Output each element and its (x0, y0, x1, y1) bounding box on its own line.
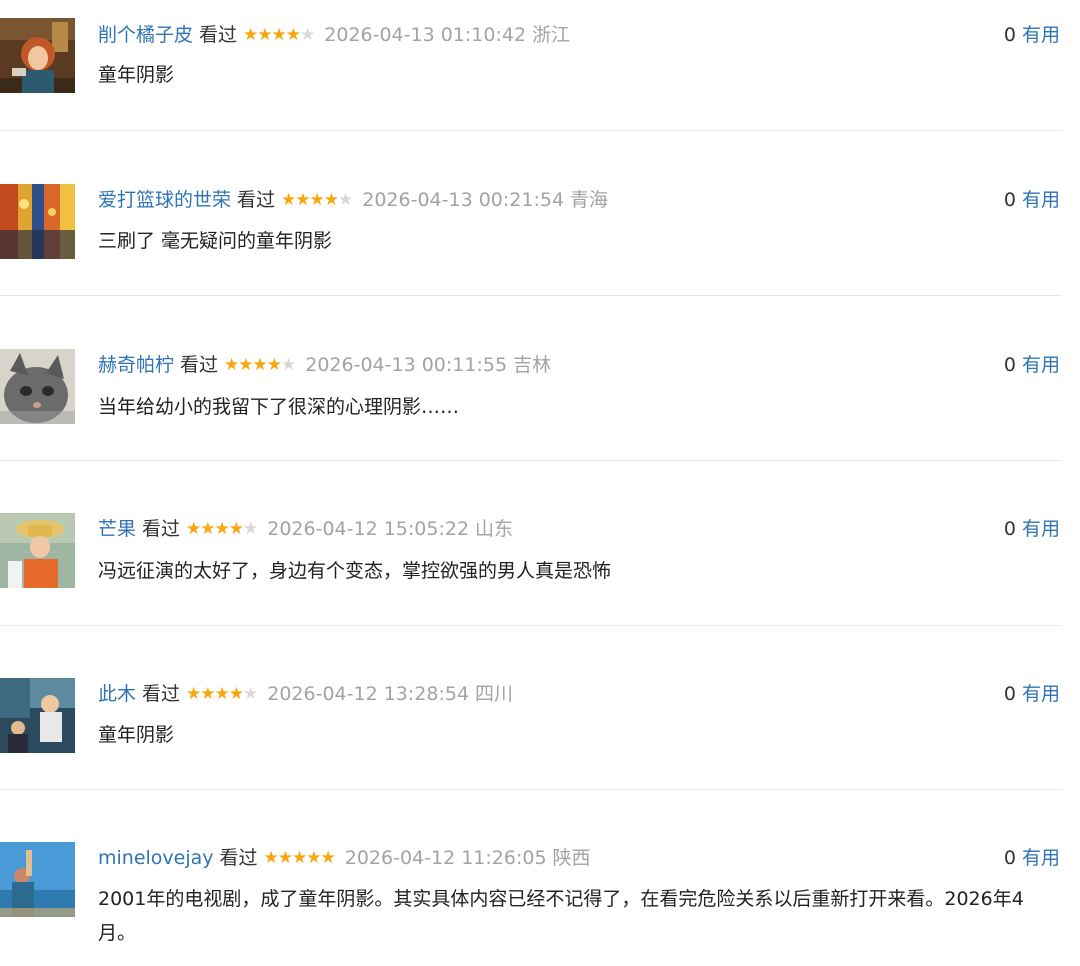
watch-status: 看过 (142, 518, 181, 540)
divider (0, 625, 1062, 626)
username-link[interactable]: 芒果 (98, 518, 136, 540)
comment-content: 童年阴影 (98, 724, 175, 746)
star-empty-icon: ★ (338, 190, 353, 210)
username-link[interactable]: 爱打篮球的世荣 (98, 189, 231, 211)
vote-area: 0 有用 (1004, 514, 1060, 544)
avatar[interactable] (0, 184, 75, 259)
comment-location: 山东 (475, 518, 514, 540)
vote-area: 0 有用 (1004, 20, 1060, 50)
avatar-image (0, 349, 75, 424)
vote-count: 0 (1003, 518, 1016, 540)
vote-area: 0 有用 (1004, 350, 1060, 380)
useful-button[interactable]: 有用 (1022, 683, 1060, 705)
useful-button[interactable]: 有用 (1022, 354, 1060, 376)
avatar[interactable] (0, 18, 75, 93)
username-link[interactable]: 赫奇帕柠 (98, 354, 174, 376)
star-icon: ★★★★★ (263, 848, 336, 868)
rating-stars: ★★★★★ (186, 679, 258, 709)
username-link[interactable]: 此木 (98, 683, 136, 705)
star-icon: ★★★★ (224, 355, 282, 375)
vote-count: 0 (1003, 683, 1016, 705)
rating-stars: ★★★★★ (281, 185, 353, 215)
comment-meta: 此木 看过 ★★★★★ 2026-04-12 13:28:54 四川 (98, 679, 513, 709)
avatar[interactable] (0, 842, 75, 917)
username-link[interactable]: minelovejay (98, 847, 214, 869)
comment-location: 陕西 (552, 847, 591, 869)
rating-stars: ★★★★★ (263, 843, 336, 873)
vote-count: 0 (1003, 354, 1016, 376)
comment-list: 削个橘子皮 看过 ★★★★★ 2026-04-13 01:10:42 浙江 0 有用 童年… (0, 0, 1080, 966)
watch-status: 看过 (142, 683, 181, 705)
comment-content: 童年阴影 (98, 64, 175, 86)
star-icon: ★★★★ (186, 684, 244, 704)
avatar-image (0, 678, 75, 753)
divider (0, 789, 1062, 790)
avatar-image (0, 18, 75, 93)
avatar[interactable] (0, 513, 75, 588)
comment-time: 2026-04-12 13:28:54 (267, 683, 470, 705)
comment-meta: 赫奇帕柠 看过 ★★★★★ 2026-04-13 00:11:55 吉林 (98, 350, 551, 380)
comment-location: 青海 (570, 189, 609, 211)
avatar[interactable] (0, 678, 75, 753)
comment-content: 冯远征演的太好了，身边有个变态，掌控欲强的男人真是恐怖 (98, 560, 612, 582)
star-icon: ★★★★ (281, 190, 339, 210)
star-empty-icon: ★ (243, 519, 258, 539)
vote-count: 0 (1003, 24, 1016, 46)
comment-meta: 削个橘子皮 看过 ★★★★★ 2026-04-13 01:10:42 浙江 (98, 20, 570, 50)
star-empty-icon: ★ (300, 25, 315, 45)
comment-location: 浙江 (532, 24, 571, 46)
divider (0, 295, 1062, 296)
avatar-image (0, 513, 75, 588)
comment-meta: minelovejay 看过 ★★★★★ 2026-04-12 11:26:05 陕西 (98, 843, 591, 873)
comment-time: 2026-04-13 00:21:54 (362, 189, 565, 211)
rating-stars: ★★★★★ (243, 20, 315, 50)
watch-status: 看过 (180, 354, 219, 376)
divider (0, 460, 1062, 461)
vote-area: 0 有用 (1004, 185, 1060, 215)
useful-button[interactable]: 有用 (1022, 189, 1060, 211)
watch-status: 看过 (199, 24, 238, 46)
useful-button[interactable]: 有用 (1022, 518, 1060, 540)
vote-count: 0 (1003, 847, 1016, 869)
avatar-image (0, 184, 75, 259)
comment-content: 三刷了 毫无疑问的童年阴影 (98, 230, 333, 252)
rating-stars: ★★★★★ (186, 514, 258, 544)
comment-location: 吉林 (513, 354, 552, 376)
vote-area: 0 有用 (1004, 843, 1060, 873)
comment-meta: 爱打篮球的世荣 看过 ★★★★★ 2026-04-13 00:21:54 青海 (98, 185, 608, 215)
watch-status: 看过 (237, 189, 276, 211)
useful-button[interactable]: 有用 (1022, 24, 1060, 46)
comment-location: 四川 (475, 683, 514, 705)
rating-stars: ★★★★★ (224, 350, 296, 380)
comment-time: 2026-04-13 01:10:42 (324, 24, 527, 46)
watch-status: 看过 (219, 847, 258, 869)
star-icon: ★★★★ (186, 519, 244, 539)
comment-content: 2001年的电视剧，成了童年阴影。其实具体内容已经不记得了，在看完危险关系以后重… (98, 888, 1024, 944)
useful-button[interactable]: 有用 (1022, 847, 1060, 869)
comment-meta: 芒果 看过 ★★★★★ 2026-04-12 15:05:22 山东 (98, 514, 513, 544)
avatar-image (0, 842, 75, 917)
vote-count: 0 (1003, 189, 1016, 211)
star-icon: ★★★★ (243, 25, 301, 45)
comment-time: 2026-04-12 11:26:05 (344, 847, 547, 869)
star-empty-icon: ★ (281, 355, 296, 375)
username-link[interactable]: 削个橘子皮 (98, 24, 193, 46)
star-empty-icon: ★ (243, 684, 258, 704)
comment-time: 2026-04-13 00:11:55 (305, 354, 508, 376)
comment-time: 2026-04-12 15:05:22 (267, 518, 470, 540)
avatar[interactable] (0, 349, 75, 424)
divider (0, 130, 1062, 131)
vote-area: 0 有用 (1004, 679, 1060, 709)
comment-content: 当年给幼小的我留下了很深的心理阴影…… (98, 396, 460, 418)
